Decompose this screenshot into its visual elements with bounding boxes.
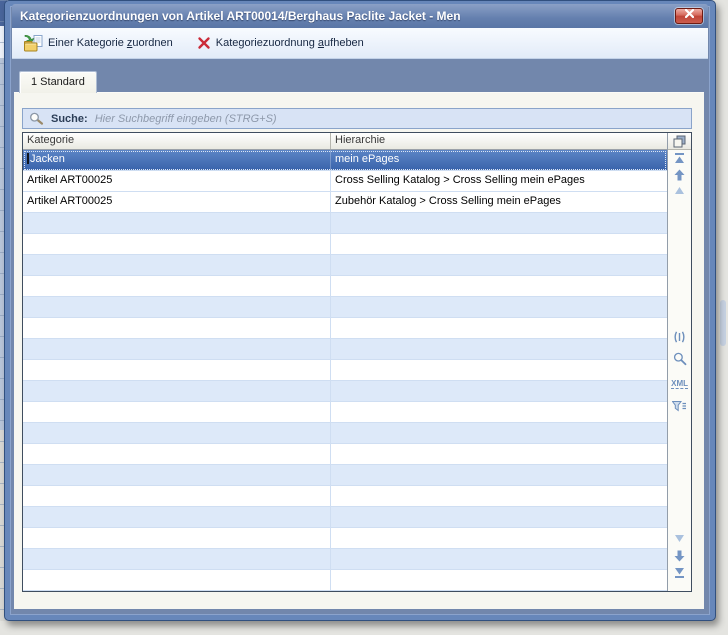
- table-row[interactable]: Jacken mein ePages: [23, 150, 667, 171]
- table-row-empty: [23, 570, 667, 591]
- search-input[interactable]: Suche: Hier Suchbegriff eingeben (STRG+S…: [22, 108, 692, 129]
- table-row-empty: [23, 465, 667, 486]
- cell-kategorie: Artikel ART00025: [23, 171, 331, 191]
- cell-hierarchie: Zubehör Katalog > Cross Selling mein ePa…: [331, 192, 667, 212]
- close-button[interactable]: [675, 8, 703, 24]
- table-row-empty: [23, 318, 667, 339]
- remove-assignment-label: Kategoriezuordnung aufheben: [216, 37, 364, 49]
- table-row-empty: [23, 549, 667, 570]
- tab-panel: Suche: Hier Suchbegriff eingeben (STRG+S…: [14, 92, 704, 609]
- cell-hierarchie: mein ePages: [331, 150, 667, 170]
- cell-hierarchie: Cross Selling Katalog > Cross Selling me…: [331, 171, 667, 191]
- page-down-button[interactable]: [668, 534, 691, 543]
- assign-category-icon: [24, 35, 43, 52]
- table-row-empty: [23, 339, 667, 360]
- page-down-icon: [674, 534, 685, 543]
- table-row-empty: [23, 486, 667, 507]
- tab-standard[interactable]: 1 Standard: [19, 71, 97, 93]
- table-row[interactable]: Artikel ART00025 Zubehör Katalog > Cross…: [23, 192, 667, 213]
- table-body: Jacken mein ePages Artikel ART00025 Cros…: [23, 150, 667, 591]
- xml-export-button[interactable]: XML: [668, 379, 691, 389]
- fit-columns-icon: [673, 331, 686, 343]
- table-row-empty: [23, 507, 667, 528]
- column-header-hierarchie[interactable]: Hierarchie: [331, 133, 667, 149]
- table-row-empty: [23, 528, 667, 549]
- scroll-up-button[interactable]: [668, 169, 691, 181]
- category-assignment-dialog: Kategorienzuordnungen von Artikel ART000…: [4, 0, 716, 621]
- scroll-bottom-button[interactable]: [668, 567, 691, 578]
- scroll-top-button[interactable]: [668, 153, 691, 164]
- grid-search-button[interactable]: [668, 352, 691, 366]
- background-window-right-sliver: [718, 0, 728, 635]
- table-grid: Kategorie Hierarchie Jacken mein ePages …: [23, 133, 667, 591]
- table-row-empty: [23, 381, 667, 402]
- page-up-button[interactable]: [668, 186, 691, 195]
- table-row[interactable]: Artikel ART00025 Cross Selling Katalog >…: [23, 171, 667, 192]
- scroll-bottom-icon: [674, 567, 685, 578]
- dialog-content: 1 Standard Suche: Hier Suchbegriff einge…: [12, 59, 708, 612]
- window-title: Kategorienzuordnungen von Artikel ART000…: [20, 9, 461, 23]
- column-chooser-icon: [673, 135, 686, 148]
- column-chooser-button[interactable]: [668, 133, 691, 150]
- column-header-kategorie[interactable]: Kategorie: [23, 133, 331, 149]
- assign-category-label: Einer Kategorie zuordnen: [48, 37, 173, 49]
- scroll-down-button[interactable]: [668, 550, 691, 562]
- scroll-down-icon: [674, 550, 685, 562]
- table-row-empty: [23, 297, 667, 318]
- filter-icon: [672, 400, 687, 413]
- background-scrollbar-thumb: [720, 300, 726, 346]
- toolbar: Einer Kategorie zuordnen Kategoriezuordn…: [12, 28, 708, 59]
- table-row-empty: [23, 276, 667, 297]
- text-cursor: [27, 153, 29, 164]
- table-header: Kategorie Hierarchie: [23, 133, 667, 150]
- scroll-up-icon: [674, 169, 685, 181]
- search-icon: [29, 112, 44, 126]
- remove-assignment-icon: [197, 36, 211, 50]
- assign-category-button[interactable]: Einer Kategorie zuordnen: [24, 35, 173, 52]
- page-up-icon: [674, 186, 685, 195]
- zoom-icon: [673, 352, 687, 366]
- category-table: Kategorie Hierarchie Jacken mein ePages …: [22, 132, 692, 592]
- grid-side-toolbar: XML: [667, 133, 691, 591]
- table-row-empty: [23, 360, 667, 381]
- cell-kategorie: Jacken: [23, 150, 331, 170]
- search-placeholder: Hier Suchbegriff eingeben (STRG+S): [95, 113, 277, 125]
- table-row-empty: [23, 255, 667, 276]
- table-row-empty: [23, 234, 667, 255]
- search-label: Suche:: [51, 113, 88, 125]
- title-bar[interactable]: Kategorienzuordnungen von Artikel ART000…: [12, 4, 708, 28]
- close-icon: [685, 9, 694, 18]
- remove-assignment-button[interactable]: Kategoriezuordnung aufheben: [197, 36, 364, 50]
- filter-button[interactable]: [668, 400, 691, 413]
- table-row-empty: [23, 423, 667, 444]
- table-row-empty: [23, 213, 667, 234]
- scroll-top-icon: [674, 153, 685, 164]
- table-row-empty: [23, 444, 667, 465]
- background-window-bottom-sliver: [0, 621, 728, 635]
- fit-columns-button[interactable]: [668, 331, 691, 343]
- cell-kategorie: Artikel ART00025: [23, 192, 331, 212]
- xml-export-icon: XML: [671, 379, 688, 389]
- table-row-empty: [23, 402, 667, 423]
